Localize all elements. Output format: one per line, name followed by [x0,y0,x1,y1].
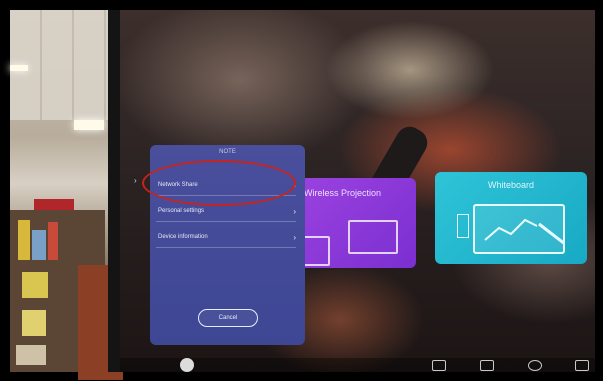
red-annotation-circle [142,160,296,206]
image-icon[interactable] [575,360,589,371]
chevron-right-icon: › [293,232,296,242]
bar-chart-icon [302,236,330,266]
home-icon[interactable] [180,358,194,372]
panel-title: NOTE [219,149,236,155]
menu-item-device-information[interactable]: Device information › [156,227,296,248]
whiteboard-icon [473,204,566,254]
toolbar-icon [457,214,469,238]
whiteboard-tile[interactable]: Whiteboard [435,172,587,264]
photo-frame: Wireless Projection Whiteboard NOTE Netw… [0,0,603,381]
wireless-projection-tile[interactable]: Wireless Projection [296,178,416,268]
tile-label: Whiteboard [487,180,535,190]
menu-item-label: Personal settings [158,208,205,214]
library-background [10,10,123,380]
cancel-button[interactable]: Cancel [198,309,258,327]
chevron-right-icon: › [293,206,296,216]
menu-item-label: Device information [158,234,208,240]
projection-icon [348,220,398,254]
apps-icon[interactable] [480,360,494,371]
ceiling-light [74,120,104,130]
window-icon[interactable] [432,360,446,371]
ceiling-light [10,65,28,71]
settings-icon[interactable] [528,360,542,371]
display-screen: Wireless Projection Whiteboard NOTE Netw… [120,10,595,372]
chevron-right-icon[interactable]: › [134,176,137,185]
tile-label: Wireless Projection [304,188,382,198]
